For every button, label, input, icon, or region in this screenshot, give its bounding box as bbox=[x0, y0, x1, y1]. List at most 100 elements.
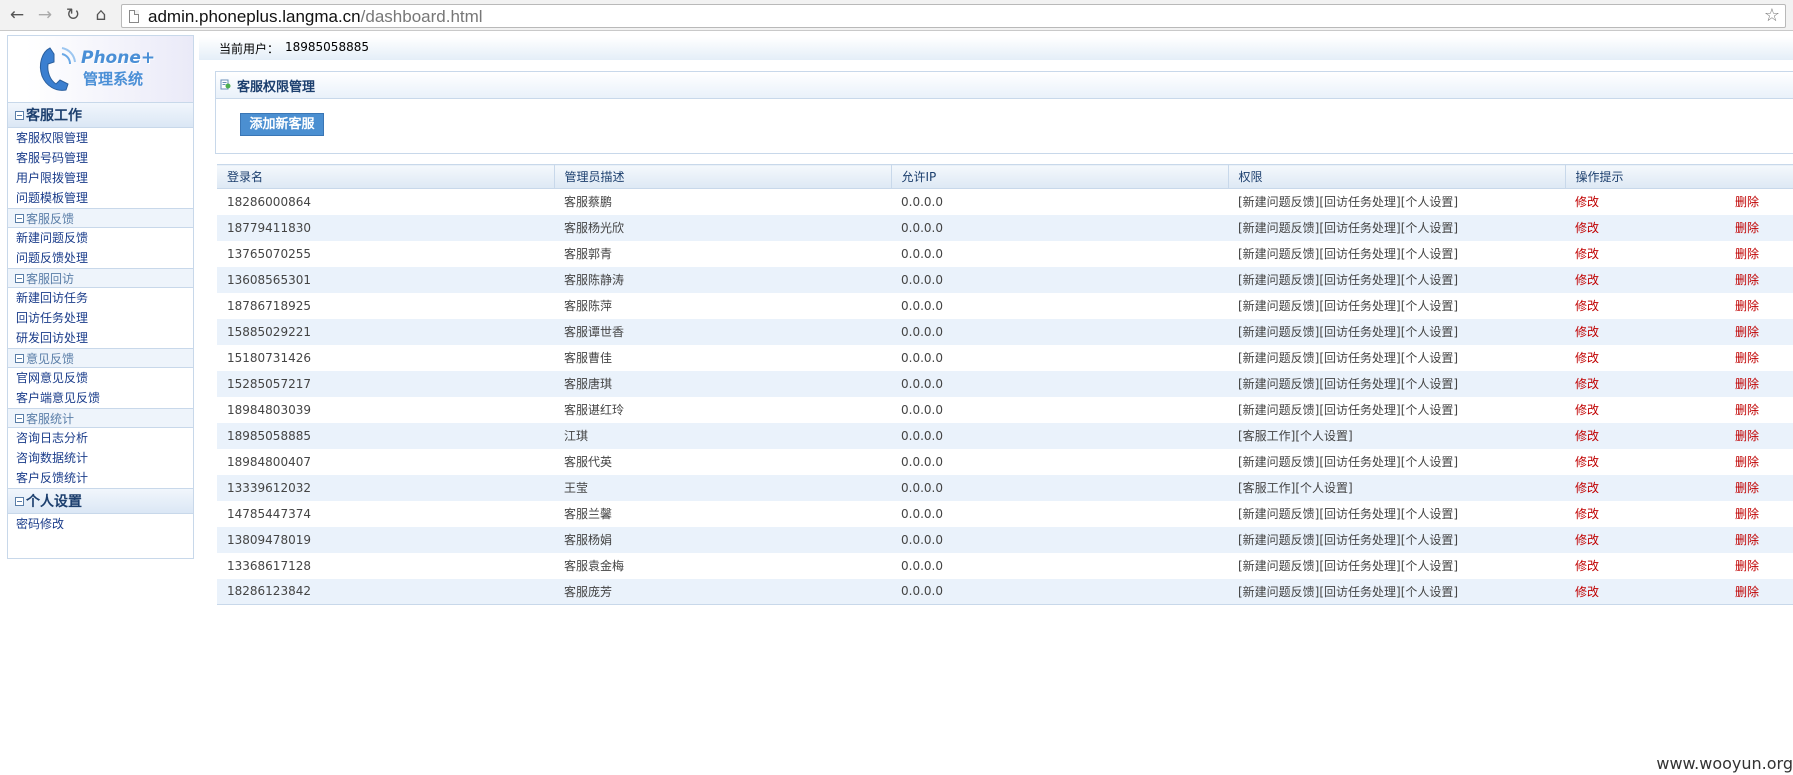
edit-link[interactable]: 修改 bbox=[1575, 325, 1599, 339]
sidebar-group-title: 个人设置 bbox=[26, 494, 82, 510]
current-user-bar: 当前用户： 18985058885 bbox=[199, 37, 1793, 60]
sidebar-item[interactable]: 咨询日志分析 bbox=[8, 428, 193, 448]
sidebar-item[interactable]: 研发回访处理 bbox=[8, 328, 193, 348]
sidebar-group-header[interactable]: 客服统计 bbox=[8, 408, 193, 428]
collapse-icon[interactable] bbox=[15, 273, 24, 283]
delete-link[interactable]: 删除 bbox=[1735, 325, 1759, 339]
cell-permission: [新建问题反馈][回访任务处理][个人设置] bbox=[1228, 344, 1565, 371]
edit-link[interactable]: 修改 bbox=[1575, 195, 1599, 209]
action-cell: 修改 bbox=[1565, 552, 1725, 579]
collapse-icon[interactable] bbox=[15, 353, 24, 363]
sidebar-item[interactable]: 客服权限管理 bbox=[8, 128, 193, 148]
delete-link[interactable]: 删除 bbox=[1735, 429, 1759, 443]
column-header-permission: 权限 bbox=[1228, 164, 1566, 189]
edit-link[interactable]: 修改 bbox=[1575, 247, 1599, 261]
edit-link[interactable]: 修改 bbox=[1575, 585, 1599, 599]
sidebar-item[interactable]: 问题模板管理 bbox=[8, 188, 193, 208]
delete-link[interactable]: 删除 bbox=[1735, 533, 1759, 547]
column-header-login: 登录名 bbox=[217, 164, 555, 189]
edit-link[interactable]: 修改 bbox=[1575, 221, 1599, 235]
cell-desc: 客服蔡鹏 bbox=[554, 188, 891, 215]
action-cell: 修改 bbox=[1565, 500, 1725, 527]
cell-login: 13339612032 bbox=[217, 474, 554, 501]
cell-ip: 0.0.0.0 bbox=[891, 214, 1228, 241]
collapse-icon[interactable] bbox=[15, 496, 24, 506]
sidebar-group-header[interactable]: 客服反馈 bbox=[8, 208, 193, 228]
sidebar-item[interactable]: 问题反馈处理 bbox=[8, 248, 193, 268]
collapse-icon[interactable] bbox=[15, 413, 24, 423]
table-row: 13765070255 客服郭青 0.0.0.0 [新建问题反馈][回访任务处理][个… bbox=[217, 240, 1793, 267]
cell-ip: 0.0.0.0 bbox=[891, 474, 1228, 501]
action-cell: 删除 bbox=[1725, 396, 1793, 423]
sidebar-item[interactable]: 回访任务处理 bbox=[8, 308, 193, 328]
edit-link[interactable]: 修改 bbox=[1575, 429, 1599, 443]
delete-link[interactable]: 删除 bbox=[1735, 247, 1759, 261]
action-cell: 删除 bbox=[1725, 422, 1793, 449]
collapse-icon[interactable] bbox=[15, 110, 24, 120]
cell-login: 15285057217 bbox=[217, 370, 554, 397]
edit-link[interactable]: 修改 bbox=[1575, 403, 1599, 417]
url-text[interactable]: admin.phoneplus.langma.cn/dashboard.html bbox=[148, 7, 483, 27]
sidebar-item[interactable]: 客户反馈统计 bbox=[8, 468, 193, 488]
bookmark-star-icon[interactable]: ☆ bbox=[1764, 5, 1780, 27]
panel-header: 客服权限管理 bbox=[216, 72, 1793, 99]
table-header-row: 登录名 管理员描述 允许IP 权限 操作提示 bbox=[217, 164, 1793, 189]
cell-permission: [新建问题反馈][回访任务处理][个人设置] bbox=[1228, 188, 1565, 215]
cell-login: 18984803039 bbox=[217, 396, 554, 423]
sidebar-item[interactable]: 官网意见反馈 bbox=[8, 368, 193, 388]
delete-link[interactable]: 删除 bbox=[1735, 585, 1759, 599]
sidebar-group-header[interactable]: 客服工作 bbox=[8, 102, 193, 128]
delete-link[interactable]: 删除 bbox=[1735, 221, 1759, 235]
delete-link[interactable]: 删除 bbox=[1735, 351, 1759, 365]
home-icon[interactable]: ⌂ bbox=[90, 4, 112, 26]
action-cell: 修改 bbox=[1565, 266, 1725, 293]
sidebar-item[interactable]: 新建回访任务 bbox=[8, 288, 193, 308]
edit-link[interactable]: 修改 bbox=[1575, 507, 1599, 521]
delete-link[interactable]: 删除 bbox=[1735, 195, 1759, 209]
edit-link[interactable]: 修改 bbox=[1575, 299, 1599, 313]
cell-ip: 0.0.0.0 bbox=[891, 188, 1228, 215]
edit-link[interactable]: 修改 bbox=[1575, 481, 1599, 495]
table-row: 18984800407 客服代英 0.0.0.0 [新建问题反馈][回访任务处理][个… bbox=[217, 448, 1793, 475]
forward-arrow-icon[interactable]: → bbox=[34, 4, 56, 26]
edit-link[interactable]: 修改 bbox=[1575, 351, 1599, 365]
delete-link[interactable]: 删除 bbox=[1735, 455, 1759, 469]
back-arrow-icon[interactable]: ← bbox=[6, 4, 28, 26]
sidebar-group: 客服反馈 新建问题反馈 问题反馈处理 bbox=[8, 208, 193, 268]
delete-link[interactable]: 删除 bbox=[1735, 273, 1759, 287]
sidebar-item[interactable]: 密码修改 bbox=[8, 514, 193, 534]
cell-permission: [新建问题反馈][回访任务处理][个人设置] bbox=[1228, 500, 1565, 527]
sidebar-group-header[interactable]: 客服回访 bbox=[8, 268, 193, 288]
cell-ip: 0.0.0.0 bbox=[891, 500, 1228, 527]
address-bar[interactable]: admin.phoneplus.langma.cn/dashboard.html… bbox=[121, 4, 1786, 28]
delete-link[interactable]: 删除 bbox=[1735, 507, 1759, 521]
edit-link[interactable]: 修改 bbox=[1575, 533, 1599, 547]
cell-ip: 0.0.0.0 bbox=[891, 240, 1228, 267]
action-cell: 删除 bbox=[1725, 526, 1793, 553]
delete-link[interactable]: 删除 bbox=[1735, 481, 1759, 495]
delete-link[interactable]: 删除 bbox=[1735, 403, 1759, 417]
collapse-icon[interactable] bbox=[15, 213, 24, 223]
cell-ip: 0.0.0.0 bbox=[891, 422, 1228, 449]
delete-link[interactable]: 删除 bbox=[1735, 559, 1759, 573]
reload-icon[interactable]: ↻ bbox=[62, 4, 84, 26]
edit-link[interactable]: 修改 bbox=[1575, 273, 1599, 287]
sidebar-group-header[interactable]: 意见反馈 bbox=[8, 348, 193, 368]
sidebar-item[interactable]: 客户端意见反馈 bbox=[8, 388, 193, 408]
sidebar-group-title: 客服回访 bbox=[26, 271, 75, 286]
sidebar-item[interactable]: 用户限拨管理 bbox=[8, 168, 193, 188]
add-service-button[interactable]: 添加新客服 bbox=[240, 113, 324, 136]
edit-link[interactable]: 修改 bbox=[1575, 455, 1599, 469]
sidebar-item[interactable]: 新建问题反馈 bbox=[8, 228, 193, 248]
table-row: 13809478019 客服杨娟 0.0.0.0 [新建问题反馈][回访任务处理][个… bbox=[217, 526, 1793, 553]
table-row: 15180731426 客服曹佳 0.0.0.0 [新建问题反馈][回访任务处理][个… bbox=[217, 344, 1793, 371]
delete-link[interactable]: 删除 bbox=[1735, 299, 1759, 313]
cell-permission: [新建问题反馈][回访任务处理][个人设置] bbox=[1228, 318, 1565, 345]
edit-link[interactable]: 修改 bbox=[1575, 377, 1599, 391]
sidebar-group-header[interactable]: 个人设置 bbox=[8, 488, 193, 514]
delete-link[interactable]: 删除 bbox=[1735, 377, 1759, 391]
sidebar-item[interactable]: 客服号码管理 bbox=[8, 148, 193, 168]
action-cell: 修改 bbox=[1565, 344, 1725, 371]
sidebar-item[interactable]: 咨询数据统计 bbox=[8, 448, 193, 468]
edit-link[interactable]: 修改 bbox=[1575, 559, 1599, 573]
